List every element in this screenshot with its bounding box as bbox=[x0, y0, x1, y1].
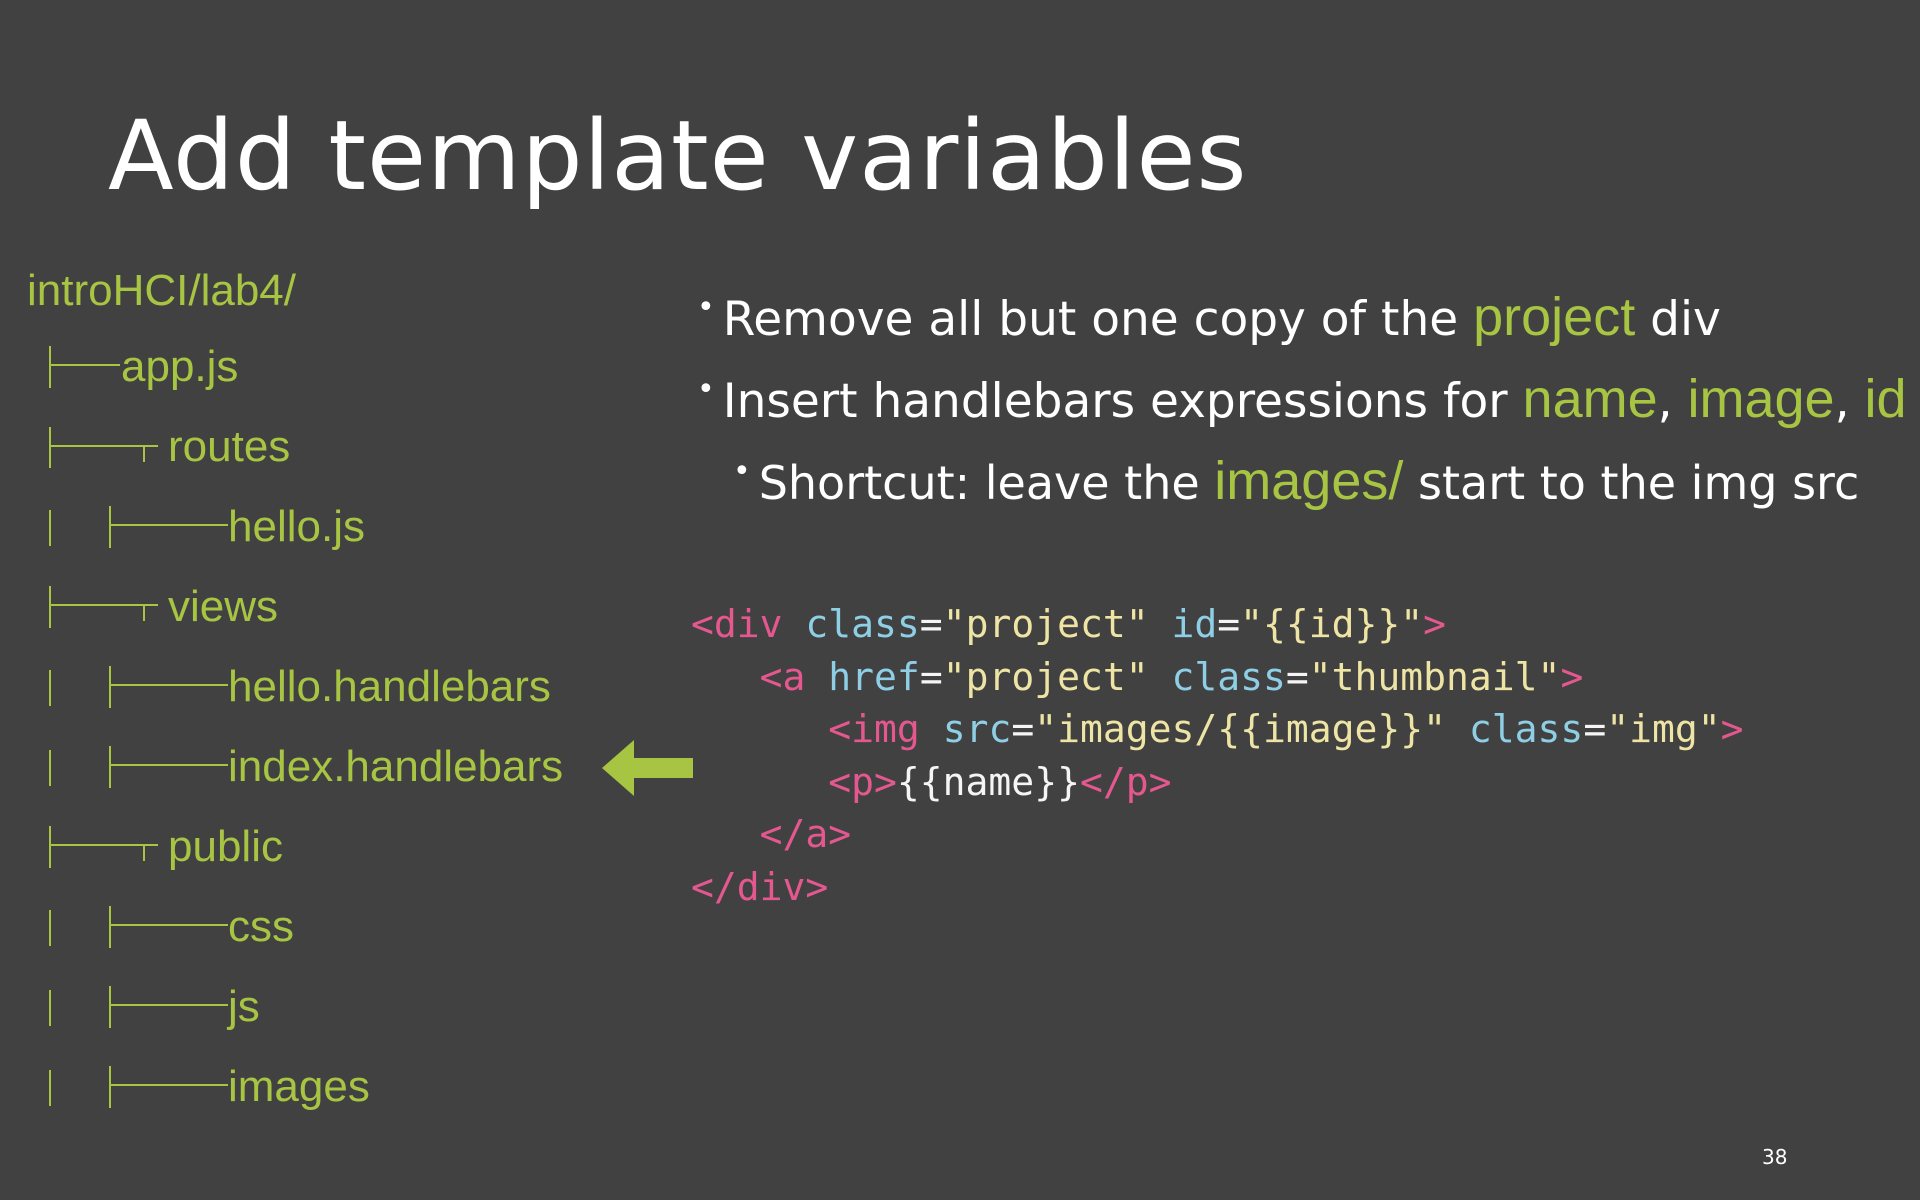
bullet-dot: • bbox=[733, 454, 751, 489]
tree-item-routes: routes bbox=[168, 422, 291, 471]
tree-item-public: public bbox=[168, 822, 283, 871]
code-line-1: <div class="project" id="{{id}}"> bbox=[691, 602, 1447, 646]
bullet-dot: • bbox=[697, 372, 715, 407]
bullet-dot: • bbox=[697, 290, 715, 325]
code-block: <div class="project" id="{{id}}"> <a hre… bbox=[691, 598, 1743, 913]
tree-root: introHCI/lab4/ bbox=[27, 266, 297, 315]
tree-item-app-js: app.js bbox=[121, 342, 239, 391]
bullet-insert-expressions: • Insert handlebars expressions for name,… bbox=[697, 369, 1907, 429]
tree-item-hello-handlebars: hello.handlebars bbox=[228, 662, 551, 711]
tree-connector-lines bbox=[49, 346, 228, 1108]
code-line-6: </div> bbox=[691, 864, 829, 909]
bullet-remove-copies: • Remove all but one copy of the project … bbox=[697, 287, 1721, 347]
tree-item-hello-js: hello.js bbox=[228, 502, 365, 551]
code-line-2: <a href="project" class="thumbnail"> bbox=[759, 654, 1584, 699]
page-number: 38 bbox=[1762, 1145, 1788, 1169]
tree-item-images: images bbox=[228, 1062, 370, 1111]
tree-item-views: views bbox=[168, 582, 279, 631]
bullet-shortcut: • Shortcut: leave the images/ start to th… bbox=[733, 451, 1860, 511]
code-line-4: <p>{{name}}</p> bbox=[828, 759, 1172, 804]
code-line-5: </a> bbox=[759, 812, 852, 856]
code-line-3: <img src="images/{{image}}" class="img"> bbox=[828, 707, 1744, 751]
file-tree: introHCI/lab4/ app.js routes hello.js vi… bbox=[0, 0, 700, 1200]
tree-item-index-handlebars: index.handlebars bbox=[228, 742, 564, 791]
tree-item-js: js bbox=[228, 982, 260, 1031]
left-arrow-icon bbox=[602, 740, 693, 796]
tree-item-css: css bbox=[228, 902, 294, 951]
